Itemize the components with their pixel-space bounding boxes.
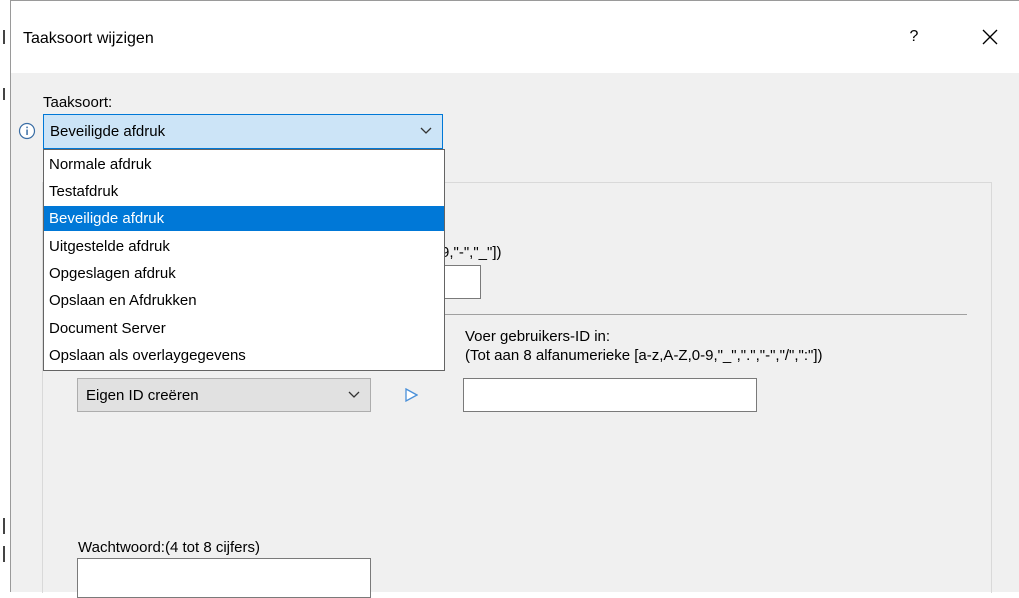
title-bar: Taaksoort wijzigen ? <box>11 1 1019 73</box>
section-divider <box>431 314 967 315</box>
user-id-mode-combobox[interactable]: Eigen ID creëren <box>77 378 371 412</box>
background-window-edge <box>0 0 10 592</box>
edge-mark <box>3 546 5 562</box>
user-id-mode-value: Eigen ID creëren <box>86 387 199 404</box>
user-id-input[interactable] <box>463 378 757 412</box>
info-icon <box>18 122 36 140</box>
job-type-selected-value: Beveiligde afdruk <box>50 123 166 140</box>
chevron-down-icon <box>348 391 360 398</box>
job-type-label: Taaksoort: <box>43 94 113 111</box>
job-type-option[interactable]: Opslaan en Afdrukken <box>44 288 444 313</box>
job-type-option[interactable]: Opgeslagen afdruk <box>44 261 444 286</box>
close-button[interactable] <box>966 19 1012 53</box>
password-input[interactable] <box>77 558 371 598</box>
job-type-option[interactable]: Uitgestelde afdruk <box>44 234 444 259</box>
job-type-combobox[interactable]: Beveiligde afdruk <box>43 114 443 149</box>
chevron-down-icon <box>420 127 432 134</box>
job-type-dropdown-list: Normale afdruk Testafdruk Beveiligde afd… <box>43 149 445 371</box>
edge-mark <box>3 88 5 100</box>
dialog-title: Taaksoort wijzigen <box>23 30 154 47</box>
job-type-option[interactable]: Normale afdruk <box>44 152 444 177</box>
help-button[interactable]: ? <box>891 21 937 53</box>
user-id-label: Voer gebruikers-ID in: <box>465 328 611 345</box>
close-icon <box>982 29 998 45</box>
user-id-hint: (Tot aan 8 alfanumerieke [a-z,A-Z,0-9,"_… <box>465 347 823 364</box>
edge-mark <box>3 30 5 44</box>
password-label: Wachtwoord:(4 tot 8 cijfers) <box>78 539 260 556</box>
play-arrow-icon[interactable] <box>404 388 418 402</box>
job-type-option-selected[interactable]: Beveiligde afdruk <box>44 206 444 231</box>
job-type-option[interactable]: Document Server <box>44 316 444 341</box>
dialog-window: Taaksoort wijzigen ? Taaksoort: Beveilig… <box>10 0 1019 598</box>
edge-mark <box>3 518 5 534</box>
job-type-option[interactable]: Opslaan als overlaygegevens <box>44 343 444 368</box>
job-type-option[interactable]: Testafdruk <box>44 179 444 204</box>
document-name-hint: 9,"-","_"]) <box>441 244 502 261</box>
